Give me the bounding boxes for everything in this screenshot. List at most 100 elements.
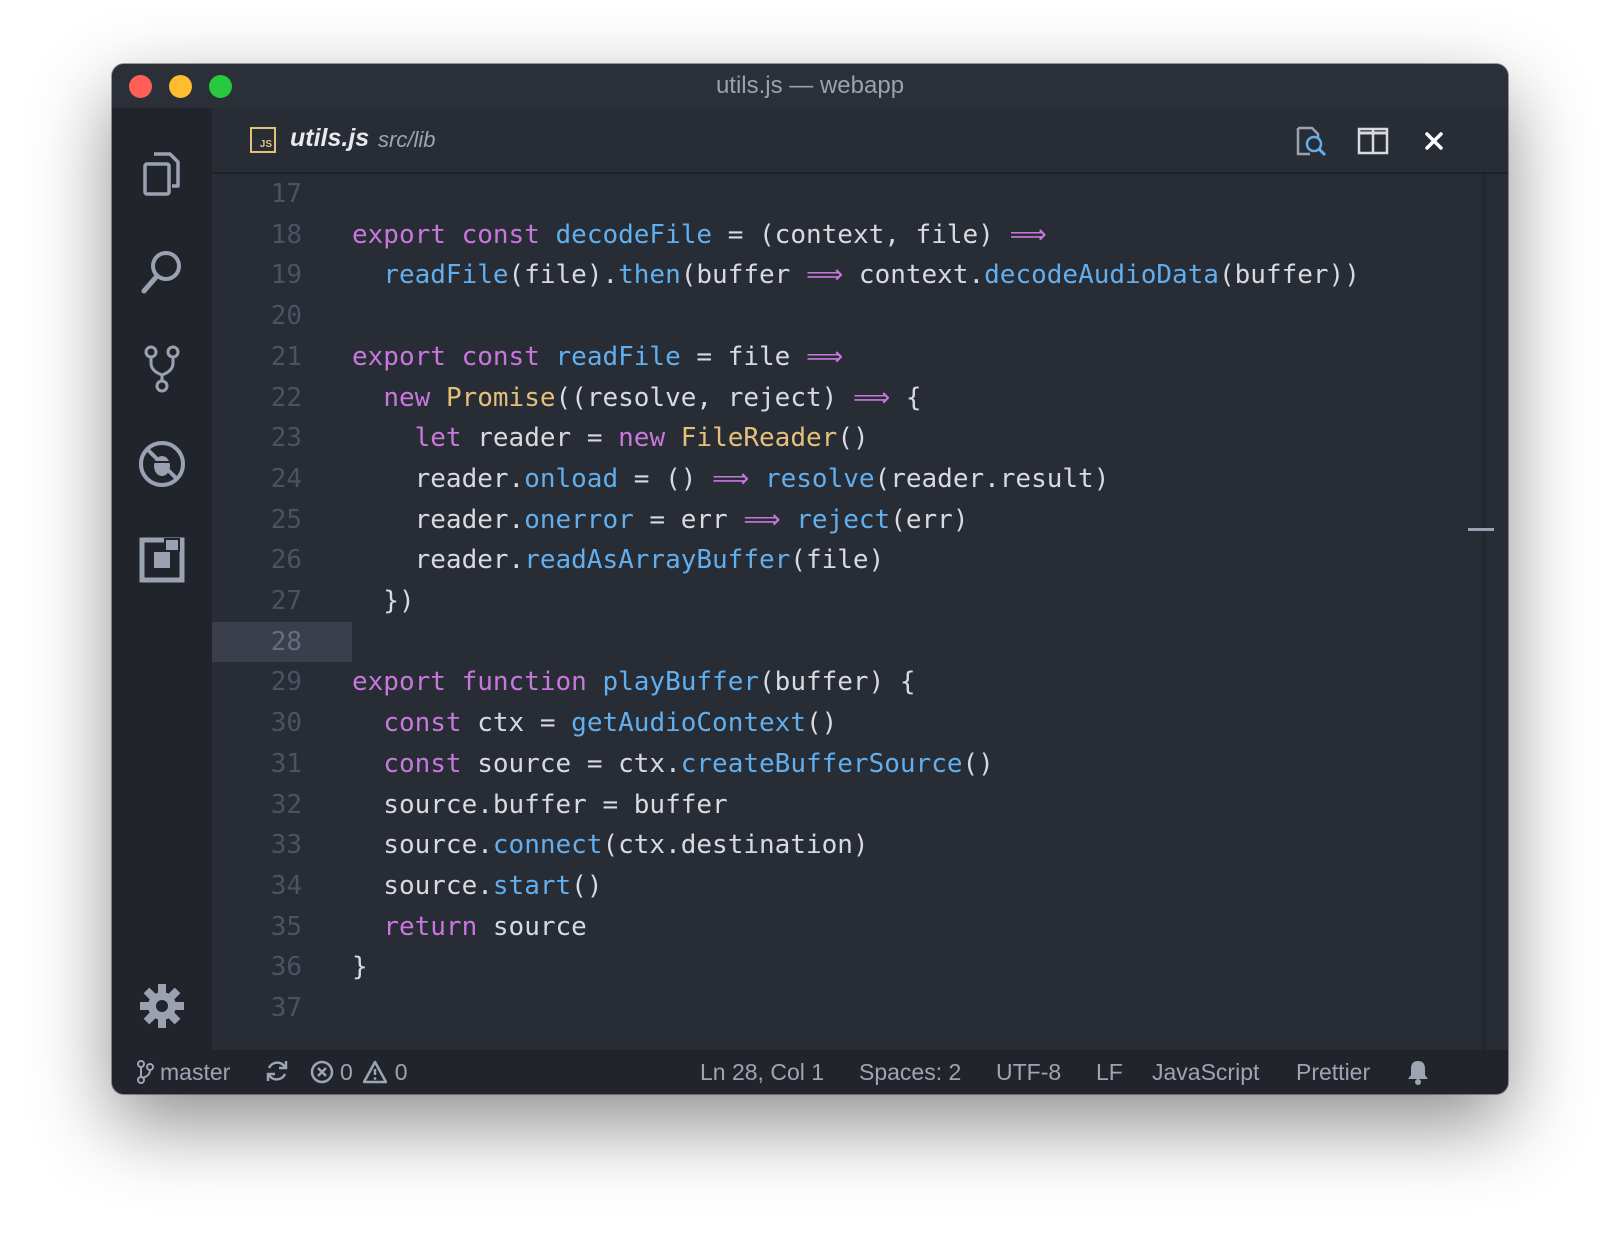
- code-token: start: [492, 871, 572, 901]
- debug-icon[interactable]: [136, 438, 188, 490]
- encoding[interactable]: UTF-8: [996, 1058, 1061, 1086]
- bell-icon[interactable]: [1405, 1058, 1431, 1086]
- error-count: 0: [340, 1059, 353, 1085]
- tab-file-name[interactable]: utils.js: [290, 124, 369, 153]
- code-text[interactable]: reader.onerror = err ⟹ reject(err): [352, 500, 969, 540]
- code-line[interactable]: 34 source.start(): [212, 866, 1452, 906]
- zoom-window-button[interactable]: [209, 75, 232, 98]
- cursor-position[interactable]: Ln 28, Col 1: [700, 1058, 824, 1086]
- code-text[interactable]: const source = ctx.createBufferSource(): [352, 744, 994, 784]
- activity-bar: [112, 108, 212, 1050]
- gear-icon[interactable]: [136, 980, 188, 1032]
- code-text[interactable]: }: [352, 947, 368, 987]
- code-token: new: [618, 423, 666, 453]
- code-text[interactable]: readFile(file).then(buffer ⟹ context.dec…: [352, 255, 1360, 295]
- code-line[interactable]: 19 readFile(file).then(buffer ⟹ context.…: [212, 255, 1452, 295]
- code-text[interactable]: reader.readAsArrayBuffer(file): [352, 540, 885, 580]
- code-text[interactable]: new Promise((resolve, reject) ⟹ {: [352, 378, 922, 418]
- vertical-scrollbar[interactable]: [1482, 174, 1486, 1050]
- code-text[interactable]: source.buffer = buffer: [352, 785, 728, 825]
- code-token: source.buffer = buffer: [352, 790, 728, 820]
- code-token: ((resolve, reject): [555, 383, 853, 413]
- code-line[interactable]: 18 export const decodeFile = (context, fi…: [212, 215, 1452, 255]
- sync-icon[interactable]: [264, 1058, 290, 1084]
- minimize-window-button[interactable]: [169, 75, 192, 98]
- code-token: (file): [790, 545, 885, 575]
- code-token: {: [890, 383, 922, 413]
- language-mode[interactable]: JavaScript: [1152, 1058, 1259, 1086]
- close-window-button[interactable]: [129, 75, 152, 98]
- code-token: (): [962, 749, 994, 779]
- editor-tab[interactable]: JS utils.js src/lib: [212, 108, 1508, 174]
- code-text[interactable]: reader.onload = () ⟹ resolve(reader.resu…: [352, 459, 1110, 499]
- line-number: 27: [270, 586, 302, 616]
- code-text[interactable]: source.connect(ctx.destination): [352, 825, 868, 865]
- code-line[interactable]: 27 }): [212, 581, 1452, 621]
- code-token: = file: [680, 342, 806, 372]
- search-icon[interactable]: [136, 246, 188, 298]
- indentation[interactable]: Spaces: 2: [859, 1058, 961, 1086]
- code-token: readAsArrayBuffer: [524, 545, 791, 575]
- code-line[interactable]: 37: [212, 988, 1452, 1028]
- code-line[interactable]: 23 let reader = new FileReader(): [212, 418, 1452, 458]
- code-line[interactable]: 17: [212, 174, 1452, 214]
- code-text[interactable]: return source: [352, 907, 587, 947]
- code-text[interactable]: }): [352, 581, 414, 621]
- code-line[interactable]: 33 source.connect(ctx.destination): [212, 825, 1452, 865]
- files-icon[interactable]: [136, 148, 188, 200]
- code-line[interactable]: 21 export const readFile = file ⟹: [212, 337, 1452, 377]
- code-line[interactable]: 32 source.buffer = buffer: [212, 785, 1452, 825]
- code-text[interactable]: export const decodeFile = (context, file…: [352, 215, 1047, 255]
- code-line[interactable]: 28: [212, 622, 1452, 662]
- extensions-icon[interactable]: [136, 534, 188, 586]
- code-editor[interactable]: 17 18 export const decodeFile = (context, …: [212, 174, 1508, 1050]
- code-token: let: [414, 423, 462, 453]
- code-line[interactable]: 35 return source: [212, 907, 1452, 947]
- code-line[interactable]: 29 export function playBuffer(buffer) {: [212, 662, 1452, 702]
- code-line[interactable]: 36}: [212, 947, 1452, 987]
- split-editor-icon[interactable]: [1356, 124, 1390, 158]
- code-token: ⟹: [712, 464, 750, 494]
- code-token: createBufferSource: [680, 749, 963, 779]
- code-token: Promise: [445, 383, 556, 413]
- code-token: ⟹: [852, 383, 891, 413]
- line-number: 24: [270, 464, 302, 494]
- code-line[interactable]: 26 reader.readAsArrayBuffer(file): [212, 540, 1452, 580]
- warning-icon: [362, 1060, 387, 1084]
- source-control-icon[interactable]: [136, 342, 188, 394]
- line-ending[interactable]: LF: [1096, 1058, 1123, 1086]
- code-line[interactable]: 24 reader.onload = () ⟹ resolve(reader.r…: [212, 459, 1452, 499]
- problems-indicator[interactable]: 0 0: [310, 1058, 408, 1086]
- code-token: then: [618, 260, 681, 290]
- code-text[interactable]: let reader = new FileReader(): [352, 418, 869, 458]
- line-number: 35: [270, 912, 302, 942]
- code-line[interactable]: 22 new Promise((resolve, reject) ⟹ {: [212, 378, 1452, 418]
- open-preview-icon[interactable]: [1294, 124, 1328, 158]
- code-line[interactable]: 30 const ctx = getAudioContext(): [212, 703, 1452, 743]
- code-line[interactable]: 31 const source = ctx.createBufferSource…: [212, 744, 1452, 784]
- code-token: readFile: [555, 342, 681, 372]
- code-token: playBuffer: [602, 667, 760, 697]
- branch-name: master: [160, 1059, 231, 1085]
- code-token: ⟹: [1009, 220, 1047, 250]
- branch-indicator[interactable]: master: [136, 1058, 230, 1086]
- code-text[interactable]: const ctx = getAudioContext(): [352, 703, 837, 743]
- code-text[interactable]: export const readFile = file ⟹: [352, 337, 843, 377]
- code-line[interactable]: 25 reader.onerror = err ⟹ reject(err): [212, 500, 1452, 540]
- code-text[interactable]: export function playBuffer(buffer) {: [352, 662, 916, 702]
- close-icon[interactable]: [1417, 124, 1451, 158]
- code-line[interactable]: 20: [212, 296, 1452, 336]
- code-text[interactable]: source.start(): [352, 866, 602, 906]
- code-token: (err): [890, 505, 969, 535]
- js-file-icon: JS: [250, 127, 276, 153]
- code-token: export: [352, 220, 446, 250]
- code-token: source.: [352, 871, 493, 901]
- formatter[interactable]: Prettier: [1296, 1058, 1370, 1086]
- code-token: = (context, file): [712, 220, 1010, 250]
- code-token: ⟹: [805, 342, 844, 372]
